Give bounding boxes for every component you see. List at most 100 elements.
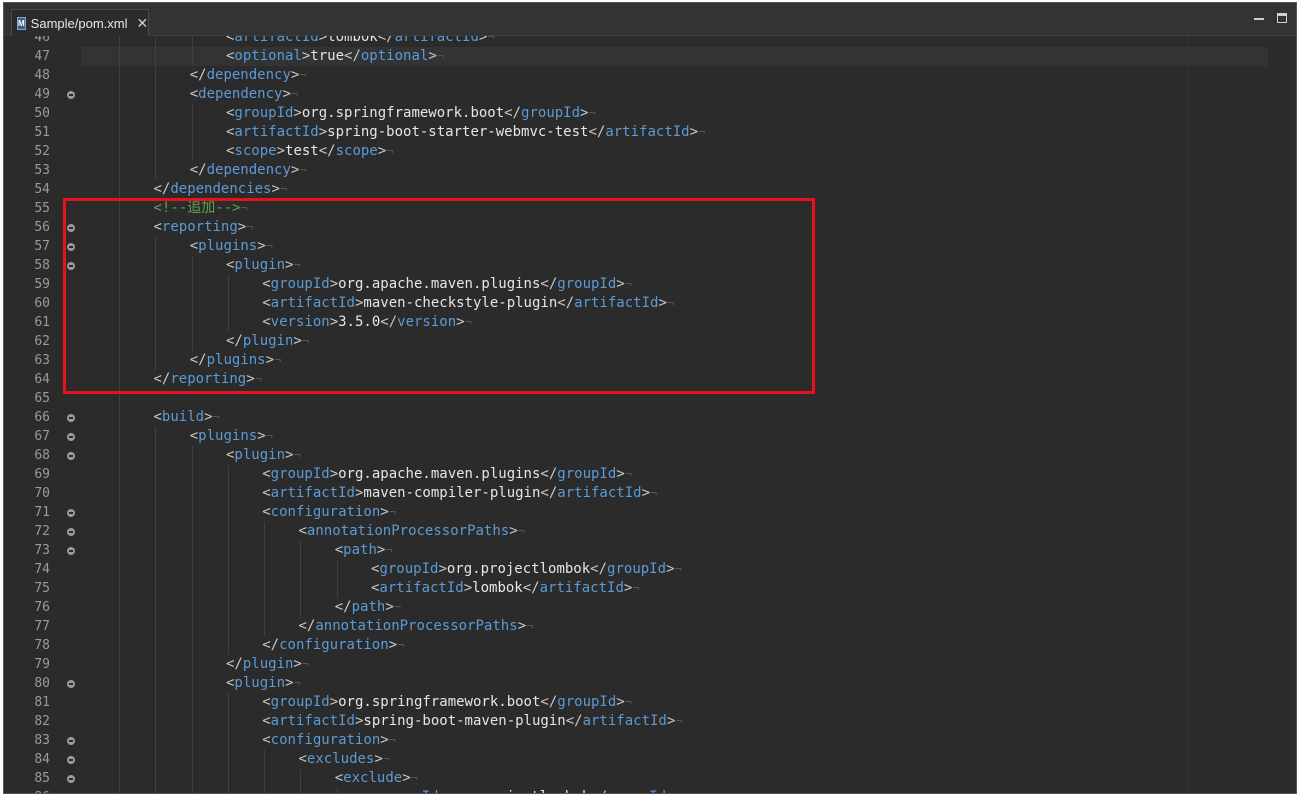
fold-toggle-icon[interactable] [67,243,75,251]
code-line[interactable]: <scope>test</scope>¬ [81,142,1268,161]
fold-toggle-icon[interactable] [67,509,75,517]
indent-guide [119,579,121,598]
editor-window: M Sample/pom.xml ✕ 46 47 48 49 50 51 52 53 54 55 5… [3,2,1297,794]
code-line[interactable]: <groupId>org.projectlombok</groupId>¬ [81,788,1268,793]
code-line[interactable]: <plugins>¬ [81,427,1268,446]
fold-toggle-icon[interactable] [67,224,75,232]
fold-toggle-icon[interactable] [67,91,75,99]
indent-guide [119,788,121,793]
line-number: 76 [34,600,50,615]
code-line[interactable]: </reporting>¬ [81,370,1268,389]
code-line[interactable]: <artifactId>lombok</artifactId>¬ [81,579,1268,598]
indent-guide [191,541,193,560]
code-text: <groupId>org.apache.maven.plugins</group… [262,276,625,292]
line-end-marker: ¬ [624,695,632,709]
minimize-icon[interactable] [1254,14,1264,20]
code-text: <groupId>org.projectlombok</groupId> [370,561,675,577]
indent-guide [227,313,229,332]
fold-toggle-icon[interactable] [67,775,75,783]
code-text: </reporting> [153,371,255,387]
code-line[interactable]: <!--追加-->¬ [81,199,1268,218]
indent-guide [155,237,157,256]
code-line[interactable]: </path>¬ [81,598,1268,617]
code-line[interactable]: <exclude>¬ [81,769,1268,788]
code-line[interactable]: <optional>true</optional>¬ [81,47,1268,66]
code-line[interactable]: <excludes>¬ [81,750,1268,769]
code-area[interactable]: <artifactId>lombok</artifactId>¬ <optiona… [81,36,1268,793]
code-line[interactable]: </plugin>¬ [81,655,1268,674]
fold-toggle-icon[interactable] [67,547,75,555]
code-line[interactable]: <configuration>¬ [81,503,1268,522]
indent-guide [191,123,193,142]
fold-toggle-icon[interactable] [67,262,75,270]
maximize-icon[interactable] [1277,13,1287,23]
code-text: </plugin> [225,656,302,672]
code-line[interactable]: </dependency>¬ [81,161,1268,180]
tab-pom-xml[interactable]: M Sample/pom.xml ✕ [11,9,149,36]
code-line[interactable]: </configuration>¬ [81,636,1268,655]
code-line[interactable]: <plugin>¬ [81,256,1268,275]
code-line[interactable]: <reporting>¬ [81,218,1268,237]
code-line[interactable]: <build>¬ [81,408,1268,427]
code-line[interactable]: </plugin>¬ [81,332,1268,351]
indent-guide [227,541,229,560]
fold-toggle-icon[interactable] [67,414,75,422]
code-line[interactable]: <artifactId>spring-boot-starter-webmvc-t… [81,123,1268,142]
indent-guide [191,275,193,294]
code-text: <configuration> [262,732,389,748]
code-line[interactable]: <artifactId>maven-checkstyle-plugin</art… [81,294,1268,313]
indent-guide [191,503,193,522]
code-line[interactable]: <configuration>¬ [81,731,1268,750]
code-line[interactable]: <plugin>¬ [81,446,1268,465]
code-line[interactable]: <groupId>org.springframework.boot</group… [81,104,1268,123]
code-line[interactable]: <annotationProcessorPaths>¬ [81,522,1268,541]
line-end-marker: ¬ [674,562,682,576]
code-line[interactable]: <groupId>org.springframework.boot</group… [81,693,1268,712]
line-number: 67 [34,429,50,444]
code-line[interactable]: </annotationProcessorPaths>¬ [81,617,1268,636]
indent-guide [155,313,157,332]
indent-guide [264,598,266,617]
close-icon[interactable]: ✕ [136,16,148,30]
code-line[interactable]: <artifactId>maven-compiler-plugin</artif… [81,484,1268,503]
line-end-marker: ¬ [301,334,310,348]
indent-guide [119,370,121,389]
line-number: 77 [34,619,50,634]
code-line[interactable]: <artifactId>lombok</artifactId>¬ [81,36,1268,47]
code-line[interactable]: <groupId>org.apache.maven.plugins</group… [81,275,1268,294]
fold-toggle-icon[interactable] [67,433,75,441]
code-editor[interactable]: 46 47 48 49 50 51 52 53 54 55 56 57 58 59 60 61 62 63 64 65… [4,36,1296,793]
code-line[interactable]: <path>¬ [81,541,1268,560]
indent-guide [119,47,121,66]
code-text: <scope>test</scope> [225,143,387,159]
code-line[interactable]: <version>3.5.0</version>¬ [81,313,1268,332]
code-line[interactable]: <plugins>¬ [81,237,1268,256]
code-line[interactable]: </dependencies>¬ [81,180,1268,199]
indent-guide [264,617,266,636]
indent-guide [227,465,229,484]
code-line[interactable] [81,389,1268,408]
code-line[interactable]: <dependency>¬ [81,85,1268,104]
fold-toggle-icon[interactable] [67,528,75,536]
fold-toggle-icon[interactable] [67,756,75,764]
code-text: <annotationProcessorPaths> [298,523,518,539]
indent-guide [155,769,157,788]
indent-guide [227,484,229,503]
code-line[interactable]: <artifactId>spring-boot-maven-plugin</ar… [81,712,1268,731]
line-end-marker: ¬ [464,315,472,329]
indent-guide [264,541,266,560]
code-line[interactable]: <groupId>org.apache.maven.plugins</group… [81,465,1268,484]
code-line[interactable]: <plugin>¬ [81,674,1268,693]
indent-guide [119,294,121,313]
line-end-marker: ¬ [274,353,282,367]
indent-guide [155,294,157,313]
vertical-scroll-track[interactable] [1268,36,1278,793]
indent-guide [227,598,229,617]
code-line[interactable]: <groupId>org.projectlombok</groupId>¬ [81,560,1268,579]
fold-toggle-icon[interactable] [67,737,75,745]
fold-toggle-icon[interactable] [67,452,75,460]
code-line[interactable]: </dependency>¬ [81,66,1268,85]
code-text: <groupId>org.projectlombok</groupId> [371,789,675,793]
code-line[interactable]: </plugins>¬ [81,351,1268,370]
fold-toggle-icon[interactable] [67,680,75,688]
